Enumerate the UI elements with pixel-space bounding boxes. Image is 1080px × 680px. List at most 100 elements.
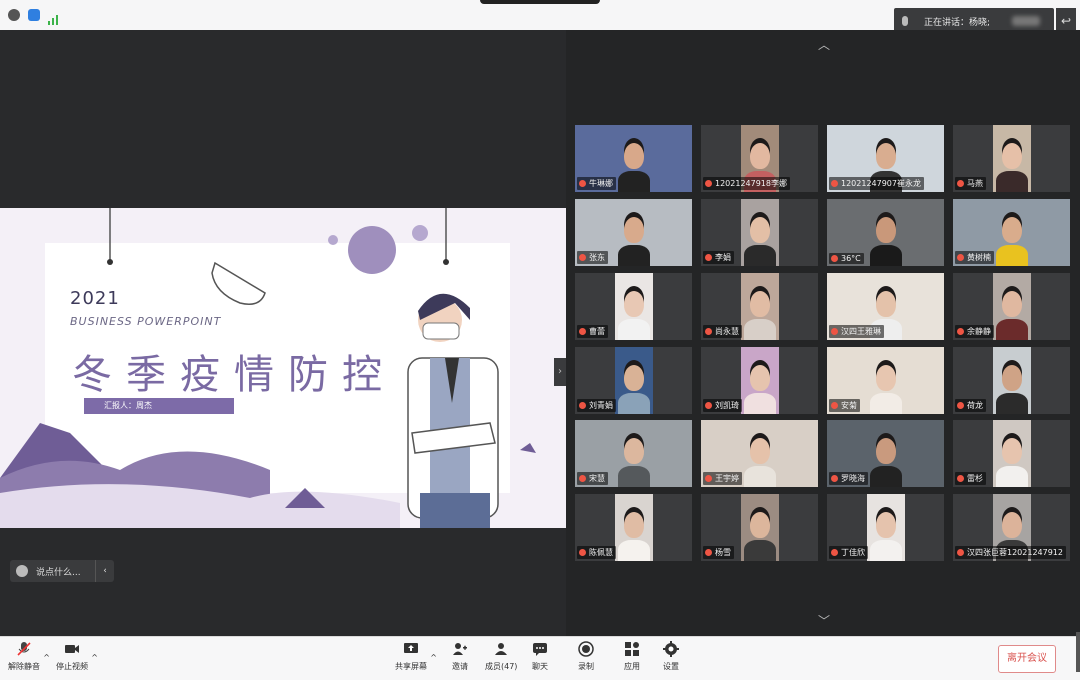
participant-body xyxy=(743,466,776,487)
participant-tile[interactable]: 12021247918李娜 xyxy=(701,125,818,192)
apps-label: 应用 xyxy=(624,662,640,671)
participant-body xyxy=(869,466,902,487)
mic-muted-icon xyxy=(957,180,964,187)
participant-tile[interactable]: 雷杉 xyxy=(953,420,1070,487)
participant-tile[interactable]: 余静静 xyxy=(953,273,1070,340)
slide-presenter: 汇报人：周杰 xyxy=(84,398,234,414)
participant-name: 黄树楠 xyxy=(967,253,991,262)
participant-tile[interactable]: 36°C xyxy=(827,199,944,266)
participant-name: 曹蕾 xyxy=(589,327,605,336)
participant-tile[interactable]: 汉四王雅琳 xyxy=(827,273,944,340)
participant-name: 张东 xyxy=(589,253,605,262)
participant-body xyxy=(996,319,1028,340)
mic-muted-icon xyxy=(17,642,31,656)
unmute-label: 解除静音 xyxy=(8,662,40,671)
participant-face xyxy=(624,365,644,391)
participant-name-tag: 丁佳欣 xyxy=(829,546,868,559)
chevron-down-icon[interactable]: ﹀ xyxy=(818,612,830,629)
slide-year: 2021 xyxy=(70,288,120,309)
shield-icon[interactable] xyxy=(28,9,40,21)
members-label: 成员(47) xyxy=(485,662,518,671)
members-button[interactable]: 成员(47) xyxy=(485,641,517,672)
participant-name-tag: 黄树楠 xyxy=(955,251,994,264)
members-icon xyxy=(495,643,508,655)
invite-button[interactable]: 邀请 xyxy=(452,641,468,672)
participant-face xyxy=(1002,291,1022,317)
participant-tile[interactable]: 尚永慧 xyxy=(701,273,818,340)
leave-meeting-button[interactable]: 离开会议 xyxy=(998,645,1056,673)
chevron-up-icon[interactable]: ^ xyxy=(91,653,98,662)
participant-face xyxy=(749,438,770,464)
unmute-button[interactable]: 解除静音 ^ xyxy=(8,641,50,672)
chevron-up-icon[interactable]: ︿ xyxy=(818,36,830,53)
participant-tile[interactable]: 12021247907崔永龙 xyxy=(827,125,944,192)
participant-tile[interactable]: 杨雪 xyxy=(701,494,818,561)
stop-video-button[interactable]: 停止视频 ^ xyxy=(56,641,98,672)
record-icon xyxy=(578,641,594,657)
participant-face xyxy=(750,512,770,538)
participant-tile[interactable]: 宋慧 xyxy=(575,420,692,487)
participant-name-tag: 雷杉 xyxy=(955,472,986,485)
settings-button[interactable]: 设置 xyxy=(663,641,679,672)
participant-name: 雷杉 xyxy=(967,474,983,483)
chat-button[interactable]: 聊天 xyxy=(532,641,548,672)
record-button[interactable]: 录制 xyxy=(578,641,594,672)
scrollbar[interactable] xyxy=(1076,632,1080,672)
participant-name-tag: 曹蕾 xyxy=(577,325,608,338)
info-icon[interactable] xyxy=(8,9,20,21)
participant-body xyxy=(744,319,776,340)
participant-name-tag: 12021247918李娜 xyxy=(703,177,790,190)
mic-muted-icon xyxy=(579,254,586,261)
speaking-name: 杨晓; xyxy=(969,17,991,28)
chevron-left-icon[interactable]: ‹ xyxy=(95,560,114,582)
collapse-panel-button[interactable]: › xyxy=(554,358,566,386)
invite-label: 邀请 xyxy=(452,662,468,671)
participant-face xyxy=(750,291,770,317)
participant-tile[interactable]: 牛琳娜 xyxy=(575,125,692,192)
gallery-view: ︿ 牛琳娜 12021247918李娜 12021247907崔永龙 马燕张东 李娟 36… xyxy=(566,30,1080,636)
settings-label: 设置 xyxy=(663,662,679,671)
slide-title: 冬季疫情防控 xyxy=(72,352,396,398)
chat-quick-input[interactable]: 说点什么... ‹ xyxy=(10,560,114,582)
participant-name-tag: 陈佩慧 xyxy=(577,546,616,559)
participant-name-tag: 宋慧 xyxy=(577,472,608,485)
apps-button[interactable]: 应用 xyxy=(624,641,640,672)
participant-name: 12021247918李娜 xyxy=(715,179,787,188)
participant-tile[interactable]: 陈佩慧 xyxy=(575,494,692,561)
participant-tile[interactable]: 汉四张巨蓉12021247912 xyxy=(953,494,1070,561)
participant-face xyxy=(624,291,644,317)
mic-muted-icon xyxy=(705,549,712,556)
chevron-up-icon[interactable]: ^ xyxy=(430,653,437,662)
participant-body xyxy=(744,393,776,414)
participant-name: 36°C xyxy=(841,254,861,263)
participant-tile[interactable]: 刘青娟 xyxy=(575,347,692,414)
participant-tile[interactable]: 黄树楠 xyxy=(953,199,1070,266)
participant-tile[interactable]: 刘凯琦 xyxy=(701,347,818,414)
participant-body xyxy=(869,393,902,414)
participant-tile[interactable]: 马燕 xyxy=(953,125,1070,192)
participant-tile[interactable]: 罗晓海 xyxy=(827,420,944,487)
participant-tile[interactable]: 丁佳欣 xyxy=(827,494,944,561)
participant-tile[interactable]: 安菊 xyxy=(827,347,944,414)
participant-name-tag: 36°C xyxy=(829,253,864,264)
participant-tile[interactable]: 张东 xyxy=(575,199,692,266)
participant-name-tag: 杨雪 xyxy=(703,546,734,559)
meeting-toolbar: 解除静音 ^ 停止视频 ^ 共享屏幕 ^ 邀请 成员(47) 聊天 录制 应用 … xyxy=(0,636,1080,680)
participant-tile[interactable]: 曹蕾 xyxy=(575,273,692,340)
mic-muted-icon xyxy=(957,549,964,556)
participant-name-tag: 马燕 xyxy=(955,177,986,190)
participant-name-tag: 李娟 xyxy=(703,251,734,264)
participant-name: 安菊 xyxy=(841,401,857,410)
signal-icon[interactable] xyxy=(48,10,60,25)
participant-tile[interactable]: 李娟 xyxy=(701,199,818,266)
participant-tile[interactable]: 荷龙 xyxy=(953,347,1070,414)
share-screen-button[interactable]: 共享屏幕 ^ xyxy=(395,641,437,672)
mic-muted-icon xyxy=(579,475,586,482)
mic-muted-icon xyxy=(579,402,586,409)
participant-face xyxy=(624,512,644,538)
mic-muted-icon xyxy=(831,180,838,187)
chevron-up-icon[interactable]: ^ xyxy=(43,653,50,662)
emoji-icon[interactable] xyxy=(16,565,28,577)
participant-face xyxy=(1002,365,1022,391)
participant-tile[interactable]: 王宇婷 xyxy=(701,420,818,487)
